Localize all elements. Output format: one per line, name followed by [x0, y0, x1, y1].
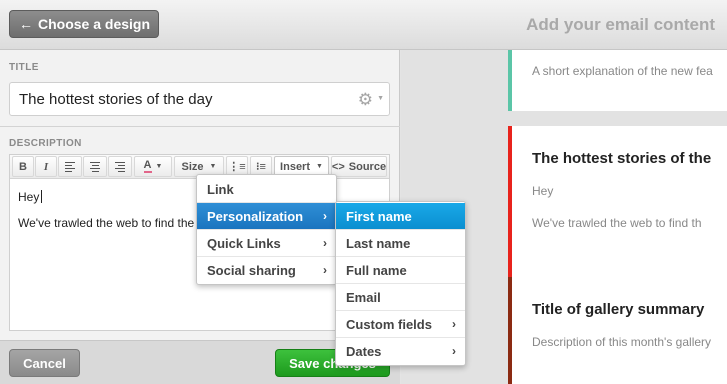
menu-item-link[interactable]: Link — [197, 176, 336, 203]
editor-line-2: We've trawled the web to find the — [18, 216, 195, 230]
chevron-right-icon: › — [323, 263, 327, 277]
text-color-button[interactable]: A ▼ — [134, 156, 172, 177]
align-center-button[interactable] — [83, 156, 107, 177]
bullet-list-icon: ⁝≡ — [256, 160, 266, 173]
numbered-list-icon: ⋮≡ — [228, 160, 246, 173]
insert-menu: Link Personalization › Quick Links › Soc… — [196, 174, 337, 285]
gear-icon[interactable]: ⚙ — [358, 90, 373, 110]
title-input-value: The hottest stories of the day — [19, 91, 213, 108]
chevron-right-icon: › — [452, 317, 456, 331]
insert-label: Insert — [280, 160, 311, 173]
size-label: Size — [181, 160, 204, 173]
chevron-right-icon: › — [452, 344, 456, 358]
card-text: Description of this month's gallery — [532, 335, 712, 349]
caret-down-icon: ▼ — [209, 163, 217, 170]
choose-design-button[interactable]: ← Choose a design — [9, 10, 159, 38]
menu-item-full-name[interactable]: Full name — [336, 257, 465, 284]
text-color-icon: A — [143, 159, 152, 173]
editor-line-1: Hey — [18, 190, 40, 204]
caret-down-icon[interactable]: ▼ — [377, 95, 384, 102]
section-divider — [0, 126, 400, 127]
preview-card-intro[interactable]: A short explanation of the new fea — [508, 50, 727, 111]
menu-item-social-sharing[interactable]: Social sharing › — [197, 257, 336, 284]
caret-down-icon: ▼ — [155, 163, 163, 170]
menu-item-quick-links[interactable]: Quick Links › — [197, 230, 336, 257]
card-text: Hey — [532, 184, 554, 198]
bold-button[interactable]: B — [12, 156, 34, 177]
cancel-button[interactable]: Cancel — [9, 349, 80, 377]
source-button[interactable]: <> Source — [331, 156, 387, 177]
card-accent-bar — [508, 50, 512, 111]
title-input[interactable]: The hottest stories of the day ⚙ ▼ — [9, 82, 390, 116]
personalization-submenu: First name Last name Full name Email Cus… — [335, 201, 466, 366]
card-accent-bar — [508, 277, 512, 384]
card-title: Title of gallery summary — [532, 301, 705, 318]
chevron-right-icon: › — [323, 209, 327, 223]
text-cursor — [41, 190, 43, 203]
top-bar: ← Choose a design Add your email content — [0, 0, 727, 50]
menu-item-email[interactable]: Email — [336, 284, 465, 311]
align-left-icon — [65, 161, 75, 172]
align-right-button[interactable] — [108, 156, 132, 177]
menu-item-personalization[interactable]: Personalization › — [197, 203, 336, 230]
editor-content[interactable]: Hey We've trawled the web to find the — [18, 190, 194, 230]
card-text: We've trawled the web to find th — [532, 216, 702, 230]
menu-item-custom-fields[interactable]: Custom fields › — [336, 311, 465, 338]
menu-item-dates[interactable]: Dates › — [336, 338, 465, 365]
align-right-icon — [115, 161, 125, 172]
choose-design-label: Choose a design — [38, 16, 151, 32]
back-arrow-icon: ← — [19, 16, 33, 32]
description-label: DESCRIPTION — [9, 138, 82, 149]
menu-item-first-name[interactable]: First name — [336, 203, 465, 230]
card-text: A short explanation of the new fea — [532, 64, 713, 78]
card-title: The hottest stories of the — [532, 150, 712, 167]
italic-button[interactable]: I — [35, 156, 57, 177]
menu-item-last-name[interactable]: Last name — [336, 230, 465, 257]
source-label: Source — [348, 160, 387, 173]
chevron-right-icon: › — [323, 236, 327, 250]
caret-down-icon: ▼ — [316, 163, 323, 170]
page-title: Add your email content — [526, 15, 715, 34]
title-label: TITLE — [9, 62, 39, 73]
code-icon: <> — [331, 160, 345, 173]
preview-card-gallery[interactable]: Title of gallery summary Description of … — [508, 277, 727, 384]
align-left-button[interactable] — [58, 156, 82, 177]
align-center-icon — [90, 161, 100, 172]
